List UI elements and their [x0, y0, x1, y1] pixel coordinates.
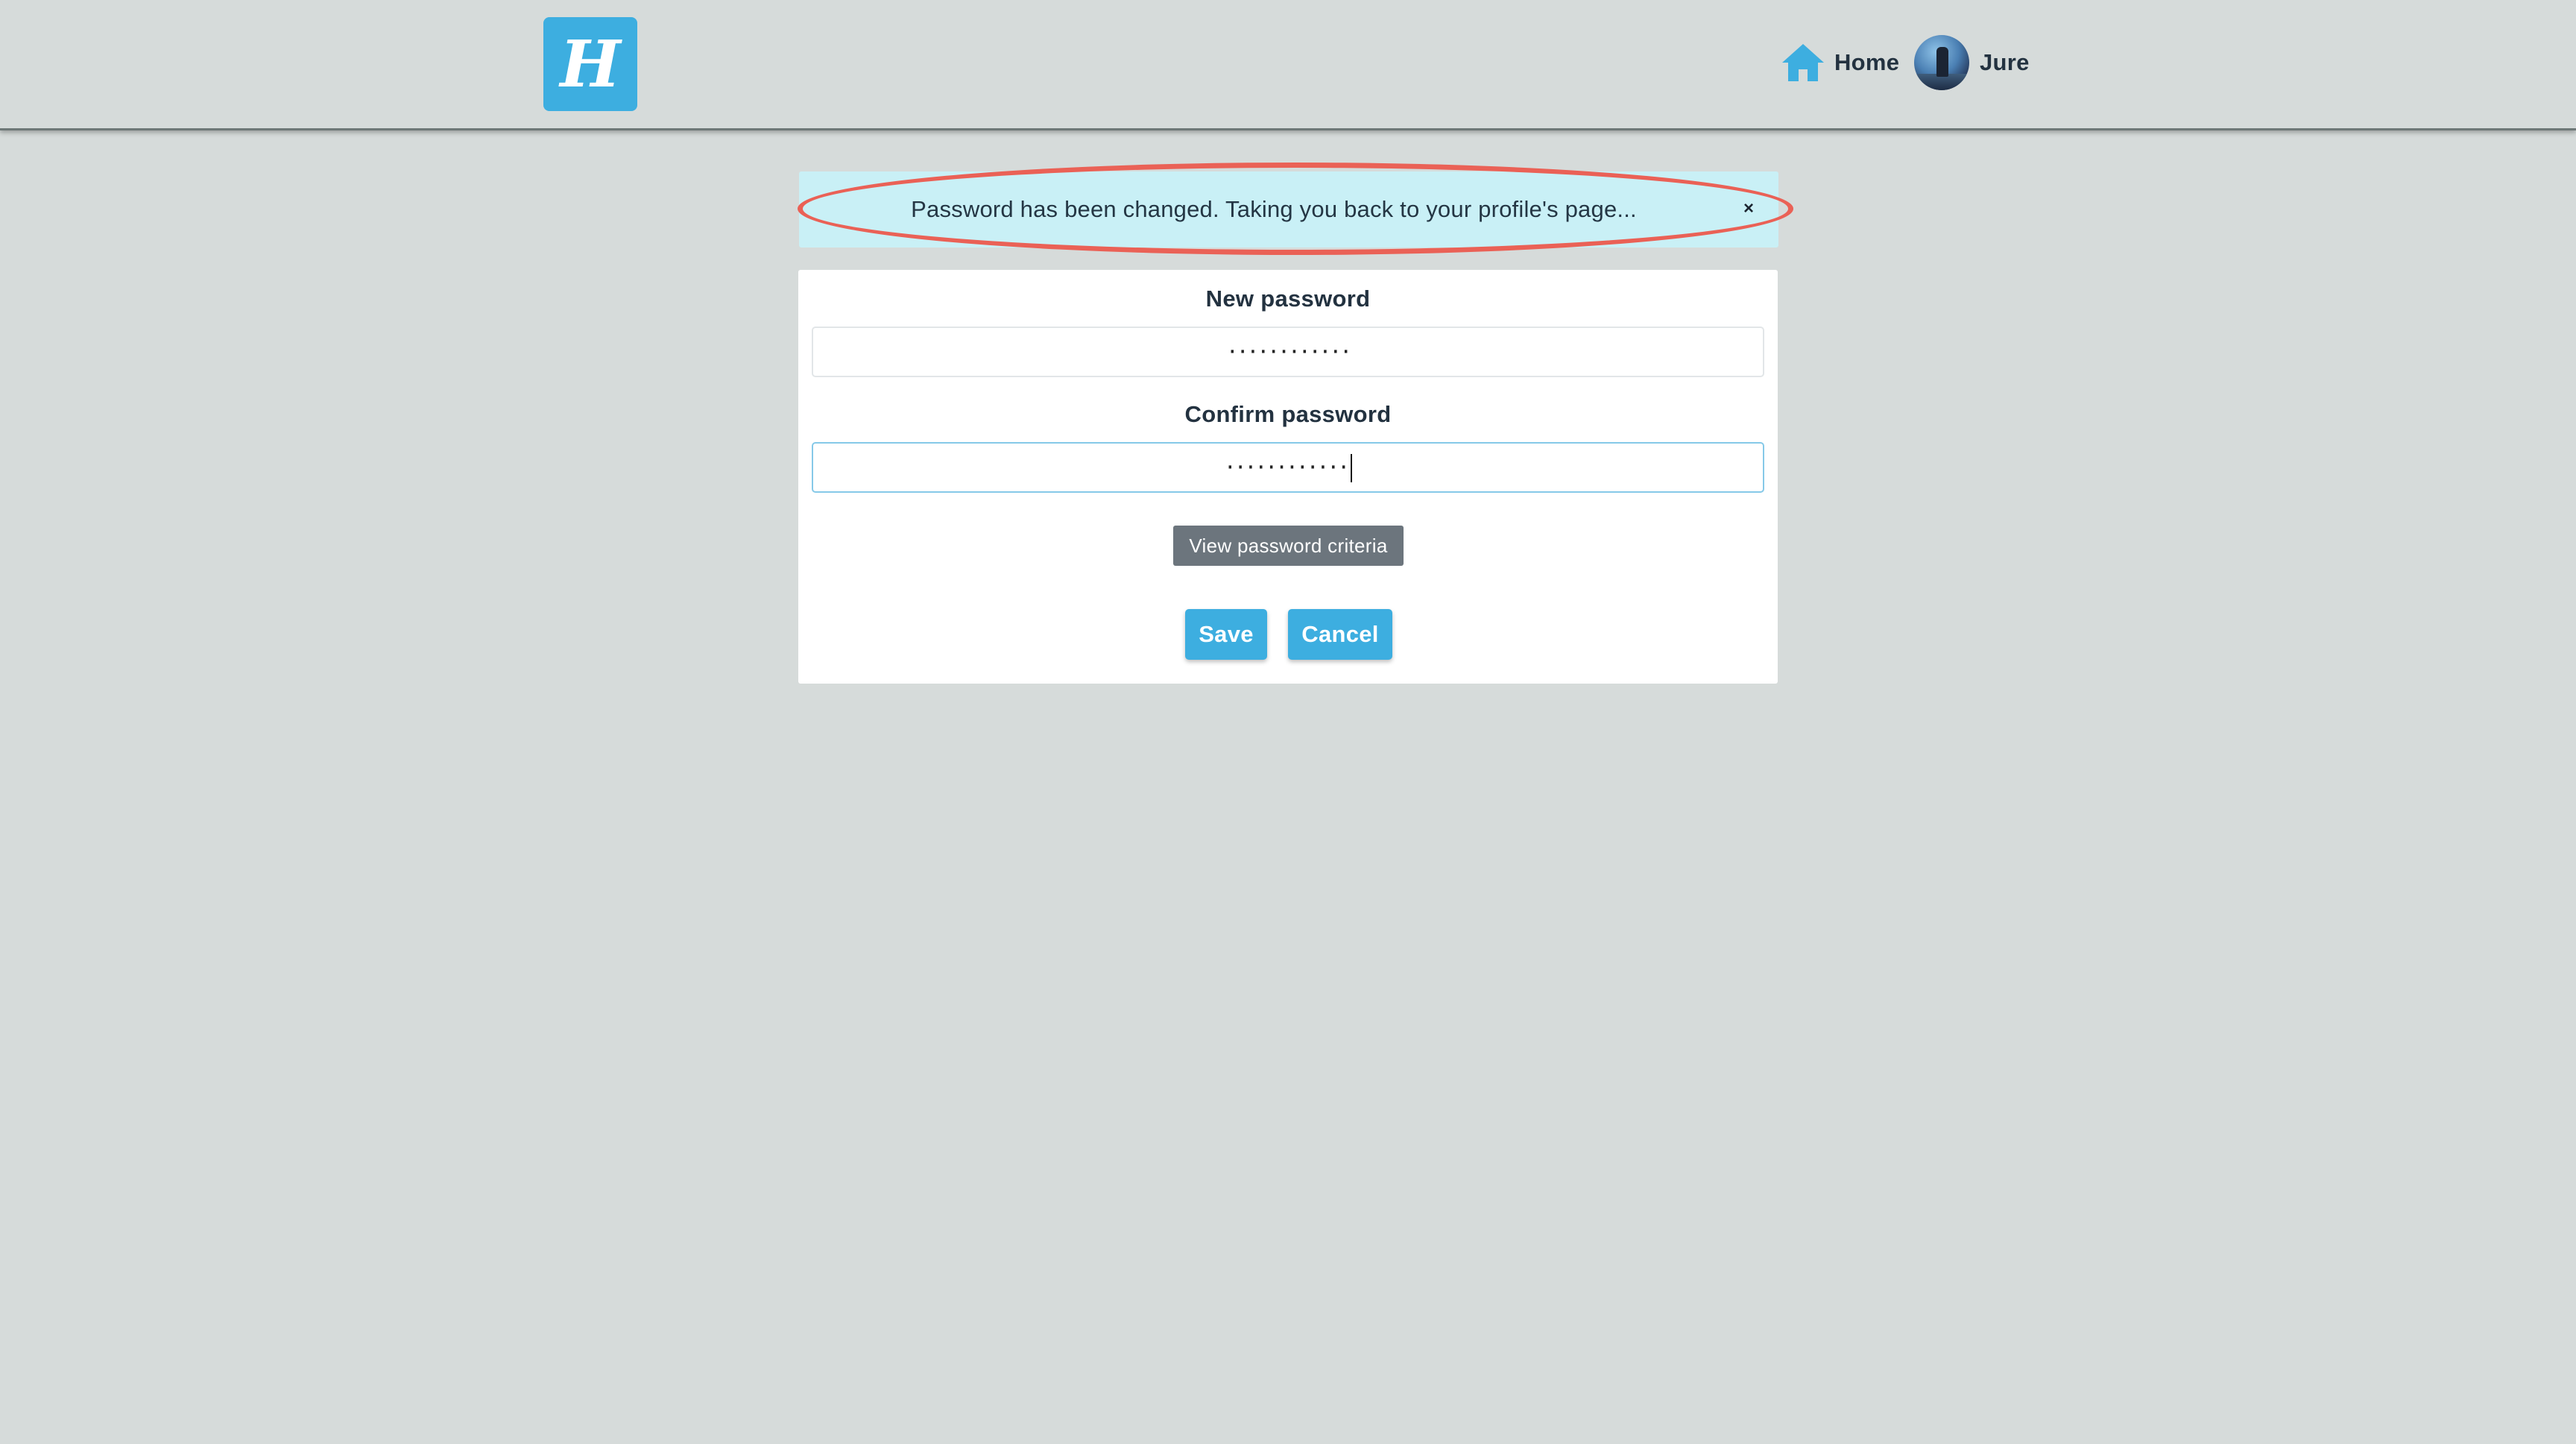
- save-button[interactable]: Save: [1185, 609, 1267, 660]
- view-password-criteria-button[interactable]: View password criteria: [1173, 526, 1404, 566]
- alert-message: Password has been changed. Taking you ba…: [911, 196, 1637, 222]
- user-name: Jure: [1980, 49, 2030, 75]
- text-cursor: [1351, 454, 1353, 482]
- nav-user-profile-link[interactable]: Jure: [1914, 34, 2030, 91]
- confirm-password-field[interactable]: ············: [812, 442, 1764, 493]
- top-navbar: H Home Jure: [0, 0, 2576, 130]
- svg-text:H: H: [558, 27, 622, 101]
- app-logo[interactable]: H: [543, 17, 637, 111]
- close-icon[interactable]: ×: [1740, 200, 1758, 218]
- new-password-value: ············: [1225, 339, 1352, 364]
- confirm-password-label: Confirm password: [1184, 401, 1392, 427]
- cancel-button[interactable]: Cancel: [1288, 609, 1392, 660]
- new-password-field[interactable]: ············: [812, 327, 1764, 377]
- nav-home-link[interactable]: Home: [1781, 34, 1899, 91]
- h-logo-icon: H: [558, 27, 622, 101]
- new-password-label: New password: [1205, 286, 1371, 312]
- avatar-photo-figure: [1936, 47, 1948, 77]
- home-icon: [1782, 44, 1824, 81]
- confirm-password-value: ············: [1223, 455, 1350, 479]
- home-label: Home: [1834, 49, 1900, 75]
- success-alert: Password has been changed. Taking you ba…: [799, 171, 1778, 248]
- change-password-form: New password ············ Confirm passwo…: [798, 270, 1778, 684]
- avatar[interactable]: [1914, 35, 1969, 90]
